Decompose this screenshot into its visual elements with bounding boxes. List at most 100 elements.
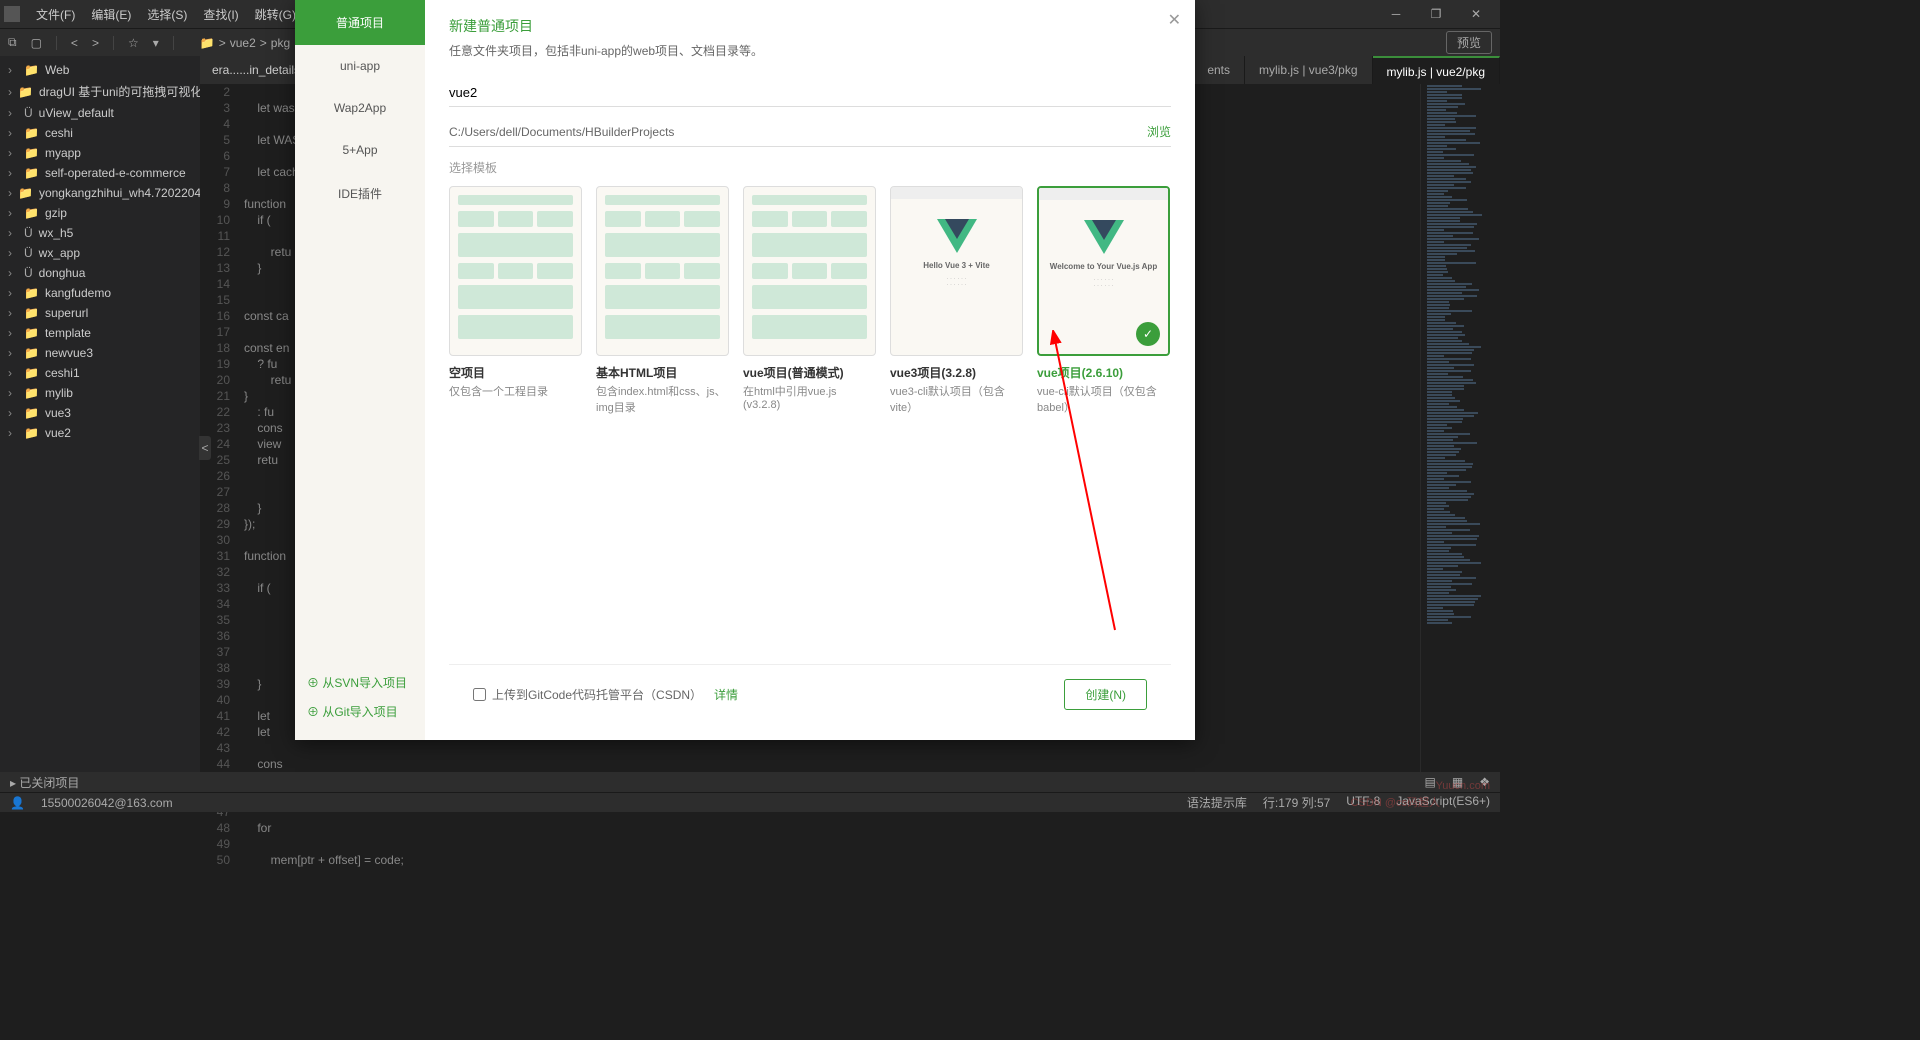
folder-icon: 📁 bbox=[24, 166, 39, 180]
folder-icon: 📁 bbox=[24, 406, 39, 420]
chevron-right-icon: › bbox=[8, 206, 18, 220]
editor-tab[interactable]: mylib.js | vue3/pkg bbox=[1245, 56, 1373, 84]
sidebar-item[interactable]: ›Üdonghua bbox=[0, 263, 200, 283]
sidebar-item-label: ceshi1 bbox=[45, 366, 80, 380]
minimize-icon[interactable]: ─ bbox=[1376, 7, 1416, 21]
sidebar-item[interactable]: ›📁myapp bbox=[0, 143, 200, 163]
sidebar-item-label: uView_default bbox=[39, 106, 114, 120]
side-item-uniapp[interactable]: uni-app bbox=[295, 45, 425, 87]
chevron-down-icon[interactable]: ▾ bbox=[153, 36, 159, 50]
folder-icon: Ü bbox=[24, 266, 33, 280]
minimap[interactable] bbox=[1420, 56, 1500, 792]
upload-checkbox-input[interactable] bbox=[473, 688, 486, 701]
sidebar-item[interactable]: ›📁mylib bbox=[0, 383, 200, 403]
sidebar-item[interactable]: ›📁gzip bbox=[0, 203, 200, 223]
sidebar-item[interactable]: ›Üwx_h5 bbox=[0, 223, 200, 243]
folder-icon: 📁 bbox=[18, 85, 33, 99]
sidebar-item[interactable]: ›📁superurl bbox=[0, 303, 200, 323]
sidebar-item[interactable]: ›📁yongkangzhihui_wh4.720220419 bbox=[0, 183, 200, 203]
folder-icon: 📁 bbox=[24, 63, 39, 77]
sidebar-item[interactable]: ›📁newvue3 bbox=[0, 343, 200, 363]
dialog-close-icon[interactable]: ✕ bbox=[1168, 10, 1181, 30]
preview-button[interactable]: 预览 bbox=[1446, 31, 1492, 54]
user-email[interactable]: 15500026042@163.com bbox=[41, 796, 173, 810]
template-card[interactable]: Hello Vue 3 + Vite· · · · · ·· · · · · ·… bbox=[890, 186, 1023, 415]
chevron-right-icon: › bbox=[8, 426, 18, 440]
side-item-wap2app[interactable]: Wap2App bbox=[295, 87, 425, 129]
sidebar-item-label: donghua bbox=[39, 266, 86, 280]
menu-find[interactable]: 查找(I) bbox=[195, 6, 246, 23]
chevron-right-icon: › bbox=[8, 306, 18, 320]
sidebar-item-label: kangfudemo bbox=[45, 286, 111, 300]
cursor-position[interactable]: 行:179 列:57 bbox=[1263, 794, 1330, 811]
sidebar-item-label: myapp bbox=[45, 146, 81, 160]
chevron-right-icon: › bbox=[8, 286, 18, 300]
syntax-hint[interactable]: 语法提示库 bbox=[1187, 794, 1247, 811]
chevron-right-icon: › bbox=[8, 366, 18, 380]
editor-tab[interactable]: ents bbox=[1193, 56, 1245, 84]
side-item-ide[interactable]: IDE插件 bbox=[295, 171, 425, 216]
menu-file[interactable]: 文件(F) bbox=[28, 6, 83, 23]
project-name-input[interactable] bbox=[449, 79, 1171, 107]
sidebar-item[interactable]: › 📁 self-operated-e-commerce bbox=[0, 163, 200, 183]
dialog-desc: 任意文件夹项目，包括非uni-app的web项目、文档目录等。 bbox=[449, 42, 1171, 59]
folder-icon: 📁 bbox=[24, 126, 39, 140]
maximize-icon[interactable]: ❐ bbox=[1416, 7, 1456, 21]
sidebar-item[interactable]: ›📁dragUI 基于uni的可拖拽可视化编程... bbox=[0, 80, 200, 103]
template-desc: 包含index.html和css、js、img目录 bbox=[596, 383, 729, 415]
browse-link[interactable]: 浏览 bbox=[1147, 123, 1171, 140]
template-desc: vue-cli默认项目（仅包含babel） bbox=[1037, 383, 1170, 415]
sidebar-item[interactable]: ›📁vue3 bbox=[0, 403, 200, 423]
template-card[interactable]: Welcome to Your Vue.js App· · · · · ·· ·… bbox=[1037, 186, 1170, 415]
sidebar-item-label: gzip bbox=[45, 206, 67, 220]
sidebar-item[interactable]: ›ÜuView_default bbox=[0, 103, 200, 123]
template-card[interactable]: 基本HTML项目包含index.html和css、js、img目录 bbox=[596, 186, 729, 415]
sidebar-item-label: dragUI 基于uni的可拖拽可视化编程... bbox=[39, 83, 200, 100]
breadcrumb[interactable]: 📁 > vue2 > pkg bbox=[200, 36, 290, 50]
sidebar-item[interactable]: ›📁vue2 bbox=[0, 423, 200, 443]
project-sidebar[interactable]: ›📁Web›📁dragUI 基于uni的可拖拽可视化编程...›ÜuView_d… bbox=[0, 56, 200, 792]
menu-select[interactable]: 选择(S) bbox=[139, 6, 195, 23]
side-item-5plus[interactable]: 5+App bbox=[295, 129, 425, 171]
template-card[interactable]: vue项目(普通模式)在html中引用vue.js (v3.2.8) bbox=[743, 186, 876, 415]
project-path-input[interactable] bbox=[449, 125, 1147, 139]
sidebar-item[interactable]: ›📁template bbox=[0, 323, 200, 343]
sidebar-item[interactable]: ›📁Web bbox=[0, 60, 200, 80]
details-link[interactable]: 详情 bbox=[714, 686, 738, 703]
sidebar-item[interactable]: ›Üwx_app bbox=[0, 243, 200, 263]
folder-icon: 📁 bbox=[24, 146, 39, 160]
back-icon[interactable]: < bbox=[71, 36, 78, 50]
closed-projects[interactable]: ▸ 已关闭项目 bbox=[10, 774, 79, 791]
template-card[interactable]: 空项目仅包含一个工程目录 bbox=[449, 186, 582, 415]
side-item-normal[interactable]: 普通项目 bbox=[295, 0, 425, 45]
chevron-right-icon: › bbox=[8, 326, 18, 340]
sidebar-item-label: wx_h5 bbox=[39, 226, 74, 240]
breadcrumb-0[interactable]: vue2 bbox=[230, 36, 256, 50]
template-title: vue项目(2.6.10) bbox=[1037, 364, 1170, 381]
chevron-right-icon: › bbox=[8, 106, 18, 120]
import-git-link[interactable]: 从Git导入项目 bbox=[295, 697, 425, 726]
chevron-right-icon: › bbox=[8, 346, 18, 360]
breadcrumb-1[interactable]: pkg bbox=[271, 36, 290, 50]
sidebar-item-label: mylib bbox=[45, 386, 73, 400]
save-icon[interactable]: ▢ bbox=[31, 36, 42, 50]
template-title: vue项目(普通模式) bbox=[743, 364, 876, 381]
close-icon[interactable]: ✕ bbox=[1456, 7, 1496, 21]
upload-checkbox[interactable]: 上传到GitCode代码托管平台（CSDN） bbox=[473, 686, 702, 703]
sidebar-item[interactable]: ›📁kangfudemo bbox=[0, 283, 200, 303]
import-svn-link[interactable]: 从SVN导入项目 bbox=[295, 668, 425, 697]
collapse-sidebar-icon[interactable]: < bbox=[199, 436, 211, 460]
bookmark-icon[interactable]: ☆ bbox=[128, 36, 139, 50]
folder-icon: 📁 bbox=[24, 346, 39, 360]
create-button[interactable]: 创建(N) bbox=[1064, 679, 1147, 710]
sidebar-item[interactable]: ›📁ceshi1 bbox=[0, 363, 200, 383]
editor-tab[interactable]: mylib.js | vue2/pkg bbox=[1373, 56, 1501, 84]
menu-edit[interactable]: 编辑(E) bbox=[83, 6, 139, 23]
new-window-icon[interactable]: ⧉ bbox=[8, 35, 17, 50]
chevron-right-icon: › bbox=[8, 166, 18, 180]
sidebar-item-label: self-operated-e-commerce bbox=[45, 166, 186, 180]
forward-icon[interactable]: > bbox=[92, 36, 99, 50]
sidebar-item[interactable]: ›📁ceshi bbox=[0, 123, 200, 143]
check-icon: ✓ bbox=[1136, 322, 1160, 346]
terminal-icon[interactable]: ▤ bbox=[1425, 775, 1436, 789]
